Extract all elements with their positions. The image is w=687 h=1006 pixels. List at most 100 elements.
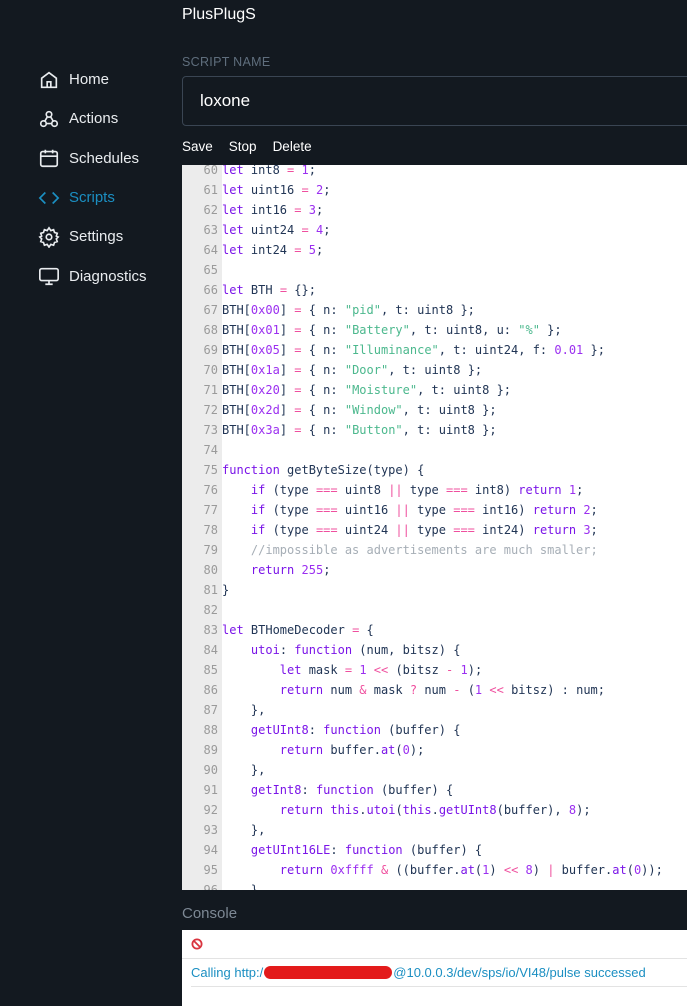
line-text [220,600,222,620]
script-name-input[interactable] [182,76,687,126]
code-content[interactable]: 60 let int8 = 1; 61 let uint16 = 2; 62 let in… [182,165,663,890]
line-text: utoi: function (num, bitsz) { [220,640,461,660]
code-line: 92 return this.utoi(this.getUInt8(buffer… [182,800,663,820]
code-line: 82 [182,600,663,620]
code-token: 3 [308,203,316,217]
code-token: 255 [301,563,324,577]
code-token: , t: uint8 }; [417,383,512,397]
line-number: 61 [203,183,218,197]
code-token: "Window" [344,403,403,417]
code-token: ( [395,743,403,757]
code-token: function [344,843,403,857]
code-token: getByteSize(type) { [279,463,425,477]
code-token: === [453,503,475,517]
code-token: ); [576,803,591,817]
code-token: : [279,643,295,657]
code-token: utoi [366,803,396,817]
code-token: BTH[ [222,343,251,357]
code-token: 3 [583,523,591,537]
sidebar-item-diagnostics[interactable]: Diagnostics [38,256,147,295]
delete-button[interactable]: Delete [273,139,312,154]
code-token: at [612,863,627,877]
code-editor[interactable]: 60 let int8 = 1; 61 let uint16 = 2; 62 let in… [182,165,687,890]
line-number: 71 [203,383,218,397]
code-token: {}; [287,283,316,297]
line-text: let mask = 1 << (bitsz - 1); [220,660,482,680]
line-number: 88 [203,723,218,737]
code-token: 0x2d [250,403,280,417]
code-token: function [315,783,374,797]
line-number: 82 [203,603,218,617]
code-token: === [315,523,338,537]
sidebar-item-actions[interactable]: Actions [38,99,147,138]
sidebar-item-schedules[interactable]: Schedules [38,139,147,178]
code-token: type [409,503,454,517]
sidebar-item-home[interactable]: Home [38,60,147,99]
sidebar-item-scripts[interactable]: Scripts [38,178,147,217]
code-token: = [294,203,302,217]
code-line: 71 BTH[0x20] = { n: "Moisture", t: uint8 … [182,380,663,400]
line-text: let int24 = 5; [220,240,323,260]
code-token: return [250,563,295,577]
code-token: }, [222,703,266,717]
code-icon [38,191,60,204]
line-text: getUInt16LE: function (buffer) { [220,840,482,860]
code-token: "Illuminance" [344,343,439,357]
code-token: BTH [243,283,280,297]
code-token: uint8 [337,483,389,497]
code-token: uint24 [337,523,396,537]
code-token: ) [489,863,504,877]
sidebar-item-settings[interactable]: Settings [38,217,147,256]
code-token: let [222,623,244,637]
code-token: ((buffer. [388,863,461,877]
code-line: 75 function getByteSize(type) { [182,460,663,480]
code-token: num [417,683,454,697]
code-token: uint16 [337,503,396,517]
code-token: //impossible as advertisements are much … [250,543,598,557]
code-token: { n: [301,303,345,317]
code-token: let [222,165,244,177]
code-token: function [222,463,280,477]
code-line: 77 if (type === uint16 || type === int16… [182,500,663,520]
line-number: 60 [203,165,218,177]
code-token: { n: [301,363,345,377]
code-token: 0x3a [250,423,280,437]
code-token: bitsz) : num; [503,683,605,697]
code-token: uint16 [243,183,302,197]
code-token: ] [279,423,295,437]
line-text [220,440,222,460]
code-token: 0x05 [250,343,280,357]
code-token: << [373,663,389,677]
clear-console-icon[interactable] [191,938,203,950]
line-text: BTH[0x2d] = { n: "Window", t: uint8 }; [220,400,497,420]
save-button[interactable]: Save [182,139,213,154]
line-number: 92 [203,803,218,817]
code-line: 96 }, [182,880,663,890]
code-token: function [323,723,381,737]
code-token: type [402,483,447,497]
console-title: Console [182,905,238,922]
log-prefix: Calling http:/ [191,965,264,980]
code-token: if [250,523,266,537]
stop-button[interactable]: Stop [229,139,257,154]
code-token: { n: [301,343,345,357]
code-token: 0x01 [250,323,280,337]
line-text: let int16 = 3; [220,200,323,220]
code-token: 1 [359,663,367,677]
line-number: 96 [203,883,218,890]
console-log-entry: Calling http:/ @10.0.0.3/dev/sps/io/VI48/… [191,959,687,987]
code-token: { n: [301,423,345,437]
code-token: || [395,523,410,537]
code-line: 66 let BTH = {}; [182,280,663,300]
code-token: ; [315,203,324,217]
line-text: let int8 = 1; [220,165,316,180]
line-text: getInt8: function (buffer) { [220,780,453,800]
code-token: int8) [467,483,519,497]
code-line: 68 BTH[0x01] = { n: "Battery", t: uint8, … [182,320,663,340]
